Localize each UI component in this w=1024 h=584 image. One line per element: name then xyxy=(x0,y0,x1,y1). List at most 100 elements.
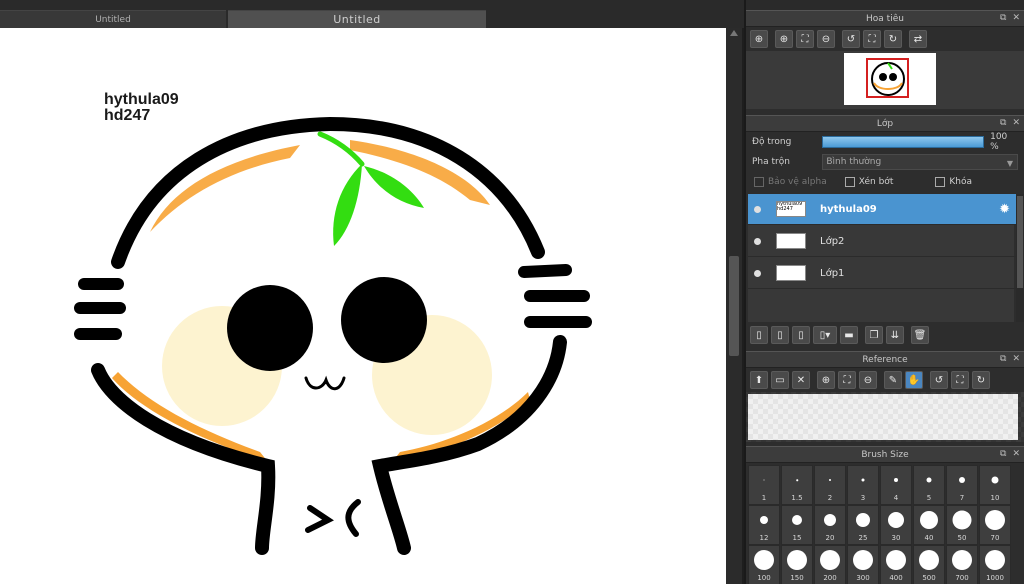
document-tab[interactable]: Untitled xyxy=(0,10,226,28)
brush-size-cell[interactable]: 10 xyxy=(979,465,1011,505)
canvas-scrollbar[interactable] xyxy=(726,28,742,584)
close-icon[interactable]: ✕ xyxy=(1012,449,1020,459)
rotate-right-icon[interactable]: ↻ xyxy=(884,30,902,48)
visibility-icon[interactable] xyxy=(748,269,766,277)
brush-size-label: 15 xyxy=(792,534,802,542)
scrollbar-thumb[interactable] xyxy=(729,256,739,356)
zoom-out-icon[interactable]: ⊖ xyxy=(859,371,877,389)
layer-row[interactable]: hythula09 hd247 hythula09 ✹ xyxy=(748,194,1016,225)
rotate-left-icon[interactable]: ↺ xyxy=(930,371,948,389)
new-raster-layer-icon[interactable]: ▯ xyxy=(792,326,810,344)
opacity-slider[interactable] xyxy=(822,136,985,148)
add-layer-menu-icon[interactable]: ▯▾ xyxy=(813,326,837,344)
brush-size-cell[interactable]: 100 xyxy=(748,545,780,584)
undock-icon[interactable]: ⧉ xyxy=(1000,449,1006,459)
gear-icon[interactable]: ✹ xyxy=(999,202,1010,217)
reference-title: Reference xyxy=(862,354,908,365)
viewport-rectangle[interactable] xyxy=(866,58,909,98)
reference-canvas[interactable] xyxy=(746,392,1024,442)
brush-dot-icon xyxy=(763,479,765,481)
layer-list-scrollbar[interactable] xyxy=(1016,194,1024,322)
close-icon[interactable]: ✕ xyxy=(1012,354,1020,364)
clip-checkbox[interactable]: Xén bớt xyxy=(844,177,893,187)
eyedropper-icon[interactable]: ✎ xyxy=(884,371,902,389)
close-icon[interactable]: ✕ xyxy=(1012,118,1020,128)
layer-row[interactable]: Lớp1 xyxy=(748,258,1016,289)
brush-size-cell[interactable]: 70 xyxy=(979,505,1011,545)
undock-icon[interactable]: ⧉ xyxy=(1000,118,1006,128)
brush-size-cell[interactable]: 12 xyxy=(748,505,780,545)
brush-size-cell[interactable]: 1 xyxy=(748,465,780,505)
fit-window-icon[interactable]: ⛶ xyxy=(796,30,814,48)
brush-size-cell[interactable]: 700 xyxy=(946,545,978,584)
folder-icon[interactable]: ▬ xyxy=(840,326,858,344)
blend-mode-select[interactable]: Bình thường ▼ xyxy=(822,154,1018,170)
brush-size-cell[interactable]: 500 xyxy=(913,545,945,584)
blend-mode-value: Bình thường xyxy=(826,157,882,167)
visibility-icon[interactable] xyxy=(748,205,766,213)
fit-window-icon[interactable]: ⛶ xyxy=(838,371,856,389)
navigator-preview[interactable] xyxy=(746,51,1024,109)
undock-icon[interactable]: ⧉ xyxy=(1000,13,1006,23)
brush-size-cell[interactable]: 15 xyxy=(781,505,813,545)
load-icon[interactable]: ⬆ xyxy=(750,371,768,389)
navigator-header: Hoa tiêu ⧉ ✕ xyxy=(746,10,1024,27)
zoom-fit-icon[interactable]: ⊕ xyxy=(750,30,768,48)
new-layer-icon[interactable]: ▯ xyxy=(750,326,768,344)
brush-dot-icon xyxy=(952,550,972,570)
brush-size-cell[interactable]: 40 xyxy=(913,505,945,545)
duplicate-layer-icon[interactable]: ❐ xyxy=(865,326,883,344)
brush-size-label: 7 xyxy=(959,494,965,502)
brush-size-cell[interactable]: 5 xyxy=(913,465,945,505)
canvas-text-line: hythula09 xyxy=(104,91,179,108)
new-vector-layer-icon[interactable]: ▯ xyxy=(771,326,789,344)
rotate-right-icon[interactable]: ↻ xyxy=(972,371,990,389)
hand-icon[interactable]: ✋ xyxy=(905,371,923,389)
brush-dot-icon xyxy=(829,479,831,481)
scroll-up-icon[interactable] xyxy=(730,30,738,36)
zoom-in-icon[interactable]: ⊕ xyxy=(817,371,835,389)
fit-page-icon[interactable]: ⛶ xyxy=(863,30,881,48)
brush-size-cell[interactable]: 300 xyxy=(847,545,879,584)
layer-row[interactable]: Lớp2 xyxy=(748,226,1016,257)
layers-header: Lớp ⧉ ✕ xyxy=(746,115,1024,132)
protect-alpha-checkbox[interactable]: Bảo vệ alpha xyxy=(754,177,827,187)
brush-size-cell[interactable]: 400 xyxy=(880,545,912,584)
fit-page-icon[interactable]: ⛶ xyxy=(951,371,969,389)
visibility-icon[interactable] xyxy=(748,237,766,245)
layer-options: Bảo vệ alpha Xén bớt Khóa xyxy=(746,172,1024,192)
close-icon[interactable]: ✕ xyxy=(792,371,810,389)
brush-size-cell[interactable]: 7 xyxy=(946,465,978,505)
close-icon[interactable]: ✕ xyxy=(1012,13,1020,23)
brush-size-cell[interactable]: 2 xyxy=(814,465,846,505)
brush-size-cell[interactable]: 1000 xyxy=(979,545,1011,584)
opacity-value: 100 % xyxy=(990,132,1008,152)
zoom-out-icon[interactable]: ⊖ xyxy=(817,30,835,48)
brush-size-cell[interactable]: 200 xyxy=(814,545,846,584)
flip-icon[interactable]: ⇄ xyxy=(909,30,927,48)
brush-size-cell[interactable]: 20 xyxy=(814,505,846,545)
zoom-in-icon[interactable]: ⊕ xyxy=(775,30,793,48)
brush-size-cell[interactable]: 150 xyxy=(781,545,813,584)
delete-layer-icon[interactable]: 🗑 xyxy=(911,326,929,344)
checkbox-box xyxy=(754,177,764,187)
undock-icon[interactable]: ⧉ xyxy=(1000,354,1006,364)
scrollbar-thumb[interactable] xyxy=(1017,196,1023,288)
brush-size-cell[interactable]: 50 xyxy=(946,505,978,545)
brush-size-cell[interactable]: 4 xyxy=(880,465,912,505)
document-tab-active[interactable]: Untitled xyxy=(228,10,486,28)
rotate-left-icon[interactable]: ↺ xyxy=(842,30,860,48)
brush-size-cell[interactable]: 3 xyxy=(847,465,879,505)
open-folder-icon[interactable]: ▭ xyxy=(771,371,789,389)
lock-checkbox[interactable]: Khóa xyxy=(935,177,972,187)
reference-header: Reference ⧉ ✕ xyxy=(746,351,1024,368)
brush-size-cell[interactable]: 30 xyxy=(880,505,912,545)
brush-size-cell[interactable]: 25 xyxy=(847,505,879,545)
merge-layer-icon[interactable]: ⇊ xyxy=(886,326,904,344)
brush-size-label: 50 xyxy=(957,534,967,542)
brush-size-label: 12 xyxy=(759,534,769,542)
brush-dot-icon xyxy=(787,550,807,570)
tab-label: Untitled xyxy=(95,14,131,25)
brush-size-cell[interactable]: 1.5 xyxy=(781,465,813,505)
drawing-canvas[interactable]: hythula09 hd247 xyxy=(0,28,726,584)
